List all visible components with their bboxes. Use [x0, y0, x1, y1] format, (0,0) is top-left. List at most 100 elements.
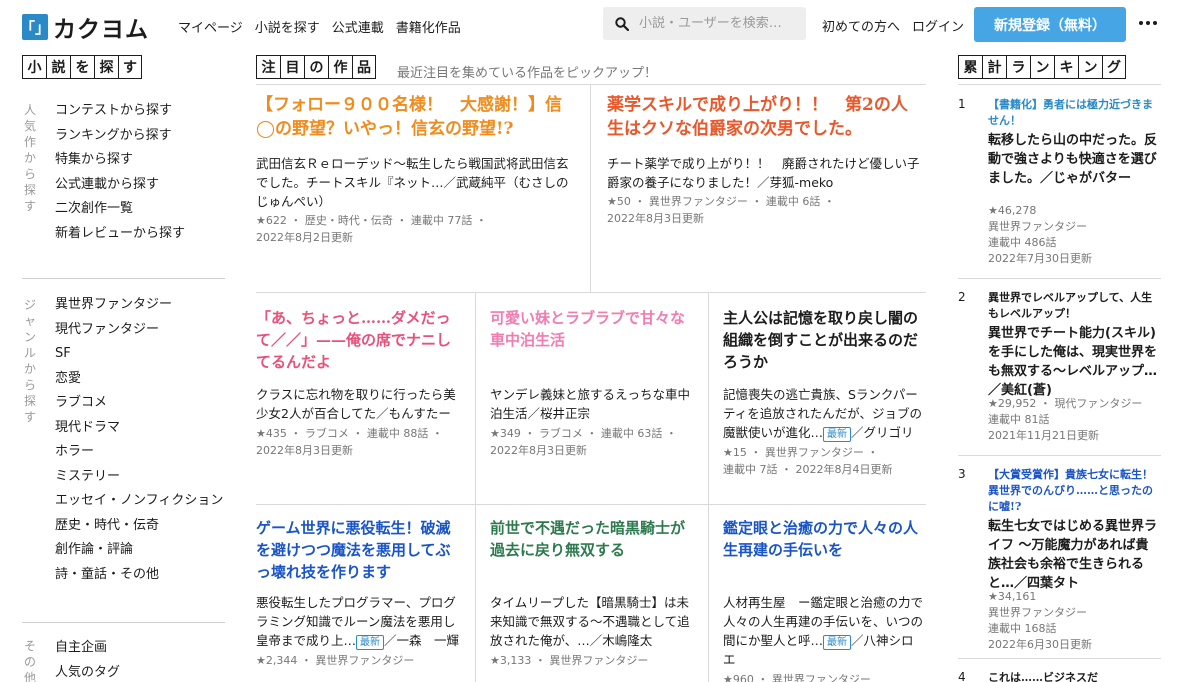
card-meta: ★435 ・ ラブコメ ・ 連載中 88話 ・	[256, 427, 443, 440]
logo-text: カクヨム	[53, 17, 149, 43]
sidebar-item-criticism[interactable]: 創作論・評論	[55, 538, 223, 563]
card-meta: ★3,133 ・ 異世界ファンタジー	[490, 654, 649, 667]
divider	[958, 455, 1161, 456]
rank-catchphrase: 【大賞受賞作】貴族七女に転生！異世界でのんびり……と思ったのに嘘!?	[988, 468, 1153, 513]
sidebar-item-lovecome[interactable]: ラブコメ	[55, 391, 223, 416]
card-description: チート薬学で成り上がり！！ 廃爵されたけど優しい子爵家の養子になりました！／芽狐…	[607, 156, 920, 190]
card-catchphrase: 可愛い妹とラブラブで甘々な車中泊生活	[490, 309, 686, 349]
featured-card[interactable]: 可愛い妹とラブラブで甘々な車中泊生活 ヤンデレ義妹と旅するえっちな車中泊生活／桜…	[490, 307, 698, 497]
ranking-section: 累計ランキング 1 【書籍化】勇者には極力近づきません！ 転移したら山の中だった…	[958, 55, 1161, 682]
rank-work-title: 異世界でチート能力(スキル)を手にした俺は、現実世界をも無双する〜レベルアップ……	[988, 326, 1158, 398]
featured-card[interactable]: 主人公は記憶を取り戻し闇の組織を倒すことが出来るのだろうか 記憶喪失の逃亡貴族、…	[723, 307, 926, 497]
card-description: 悪役転生したプログラマー、プログラミング知識でルーン魔法を悪用し皇帝まで成り上……	[256, 595, 460, 650]
divider	[256, 504, 926, 505]
featured-card[interactable]: 【フォロー９００名様！ 大感謝！】信◯の野望？いやっ！信玄の野望!? 武田信玄Ｒ…	[256, 93, 574, 289]
divider	[958, 84, 1161, 85]
ranking-title: 累計ランキング	[958, 55, 1126, 79]
sidebar-item-reviews[interactable]: 新着レビューから探す	[55, 222, 185, 247]
card-description: クラスに忘れ物を取りに行ったら美少女2人が百合してた／もんすたー	[256, 387, 456, 421]
more-menu-icon[interactable]	[1139, 21, 1160, 25]
search-box[interactable]	[603, 7, 806, 40]
card-updated: 2022年8月3日更新	[607, 212, 704, 225]
card-catchphrase: 前世で不遇だった暗黒騎士が過去に戻り無双する	[490, 519, 686, 559]
rank-work-title: 転移したら山の中だった。反動で強さよりも快適さを選びました。／じゃがバター	[988, 133, 1158, 186]
card-meta: ★50 ・ 異世界ファンタジー ・ 連載中 6話 ・	[607, 195, 835, 208]
featured-card[interactable]: 薬学スキルで成り上がり！！ 第2の人生はクソな伯爵家の次男でした。 チート薬学で…	[607, 93, 921, 289]
logo[interactable]: 「」 カクヨム	[20, 10, 149, 44]
card-catchphrase: 薬学スキルで成り上がり！！ 第2の人生はクソな伯爵家の次男でした。	[607, 95, 908, 139]
sidebar-item-self-projects[interactable]: 自主企画	[55, 636, 120, 661]
sidebar-item-essay[interactable]: エッセイ・ノンフィクション	[55, 489, 223, 514]
card-meta: ★622 ・ 歴史・時代・伝奇 ・ 連載中 77話 ・	[256, 214, 487, 227]
rank-meta: ★29,952 ・ 現代ファンタジー 連載中 81話 2021年11月21日更新	[988, 397, 1143, 442]
card-updated: 2022年8月3日更新	[256, 444, 353, 457]
featured-card[interactable]: 鑑定眼と治癒の力で人々の人生再建の手伝いを 人材再生屋 ー鑑定眼と治癒の力で人々…	[723, 517, 926, 682]
nav-published-works[interactable]: 書籍化作品	[396, 17, 461, 36]
card-meta: ★15 ・ 異世界ファンタジー ・	[723, 446, 879, 459]
nav-find-novels[interactable]: 小説を探す	[255, 17, 320, 36]
divider	[958, 658, 1161, 659]
divider	[475, 292, 476, 682]
rank-number: 1	[958, 97, 966, 111]
divider	[708, 292, 709, 682]
featured-title: 注目の作品	[256, 55, 376, 79]
sidebar-item-mystery[interactable]: ミステリー	[55, 465, 223, 490]
sidebar: 小説を探す 人気作から探す コンテストから探す ランキングから探す 特集から探す…	[22, 55, 225, 682]
featured-card[interactable]: 「あ、ちょっと……ダメだって／／」——俺の席でナニしてるんだよ クラスに忘れ物を…	[256, 307, 463, 497]
card-catchphrase: 「あ、ちょっと……ダメだって／／」——俺の席でナニしてるんだよ	[256, 309, 452, 371]
card-catchphrase: 鑑定眼と治癒の力で人々の人生再建の手伝いを	[723, 519, 919, 559]
genre-group-list: 異世界ファンタジー 現代ファンタジー SF 恋愛 ラブコメ 現代ドラマ ホラー …	[55, 293, 223, 587]
card-description: タイムリープした【暗黒騎士】は未来知識で無双する〜不遇職として追放された俺が、……	[490, 595, 690, 648]
featured-card[interactable]: 前世で不遇だった暗黒騎士が過去に戻り無双する タイムリープした【暗黒騎士】は未来…	[490, 517, 698, 682]
featured-subtitle: 最近注目を集めている作品をピックアップ！	[397, 66, 658, 81]
sidebar-item-modern-drama[interactable]: 現代ドラマ	[55, 416, 223, 441]
sidebar-item-romance[interactable]: 恋愛	[55, 367, 223, 392]
divider	[958, 278, 1161, 279]
sidebar-item-isekai-fantasy[interactable]: 異世界ファンタジー	[55, 293, 223, 318]
popular-group-label: 人気作から探す	[24, 103, 37, 213]
featured-section: 注目の作品 最近注目を集めている作品をピックアップ！ 【フォロー９００名様！ 大…	[256, 55, 926, 682]
sidebar-divider	[22, 622, 225, 623]
card-updated: 2022年8月2日更新	[256, 231, 353, 244]
other-group-label: その他	[24, 639, 37, 682]
divider	[590, 84, 591, 292]
sidebar-title: 小説を探す	[22, 55, 142, 79]
sidebar-item-popular-tags[interactable]: 人気のタグ	[55, 661, 120, 682]
new-badge: 最新	[823, 427, 852, 442]
popular-group-list: コンテストから探す ランキングから探す 特集から探す 公式連載から探す 二次創作…	[55, 99, 185, 246]
search-icon	[615, 16, 629, 31]
sidebar-item-contest[interactable]: コンテストから探す	[55, 99, 185, 124]
card-meta: ★2,344 ・ 異世界ファンタジー	[256, 654, 415, 667]
divider	[256, 84, 926, 85]
rank-meta: ★46,278 異世界ファンタジー 連載中 486話 2022年7月30日更新	[988, 204, 1092, 265]
rank-number: 4	[958, 670, 966, 682]
card-updated: 2022年8月3日更新	[490, 444, 587, 457]
rank-work-title: 転生七女ではじめる異世界ライフ 〜万能魔力があれば貴族社会も余裕で生きられると……	[988, 519, 1158, 591]
rank-number: 2	[958, 290, 966, 304]
sidebar-item-fanfic[interactable]: 二次創作一覧	[55, 197, 185, 222]
sidebar-item-modern-fantasy[interactable]: 現代ファンタジー	[55, 318, 223, 343]
card-meta: ★960 ・ 異世界ファンタジー	[723, 673, 871, 682]
new-badge: 最新	[823, 635, 852, 650]
nav-my-page[interactable]: マイページ	[178, 17, 243, 36]
divider	[256, 292, 926, 293]
featured-card[interactable]: ゲーム世界に悪役転生！破滅を避けつつ魔法を悪用してぶっ壊れ技を作ります 悪役転生…	[256, 517, 463, 682]
sidebar-item-horror[interactable]: ホラー	[55, 440, 223, 465]
nav-official-serials[interactable]: 公式連載	[332, 17, 384, 36]
sidebar-item-feature[interactable]: 特集から探す	[55, 148, 185, 173]
card-description: 人材再生屋 ー鑑定眼と治癒の力で人々の人生再建の手伝いを、いつの間にか聖人と呼……	[723, 595, 924, 667]
card-description: 記憶喪失の逃亡貴族、Sランクパーティを追放されたんだが、ジョブの魔獣使いが進化……	[723, 387, 923, 442]
sidebar-item-official[interactable]: 公式連載から探す	[55, 173, 185, 198]
login-link[interactable]: ログイン	[912, 16, 964, 35]
rank-meta: ★34,161 異世界ファンタジー 連載中 168話 2022年6月30日更新	[988, 590, 1092, 651]
sidebar-item-sf[interactable]: SF	[55, 342, 223, 367]
rank-catchphrase: これは……ビジネスだ	[988, 671, 1098, 682]
sidebar-item-history[interactable]: 歴史・時代・伝奇	[55, 514, 223, 539]
rank-number: 3	[958, 467, 966, 481]
beginner-guide-link[interactable]: 初めての方へ	[822, 16, 900, 35]
sidebar-item-poetry[interactable]: 詩・童話・その他	[55, 563, 223, 588]
register-button[interactable]: 新規登録（無料）	[974, 7, 1126, 42]
card-catchphrase: ゲーム世界に悪役転生！破滅を避けつつ魔法を悪用してぶっ壊れ技を作ります	[256, 519, 451, 581]
search-input[interactable]	[639, 16, 799, 31]
sidebar-item-ranking[interactable]: ランキングから探す	[55, 124, 185, 149]
